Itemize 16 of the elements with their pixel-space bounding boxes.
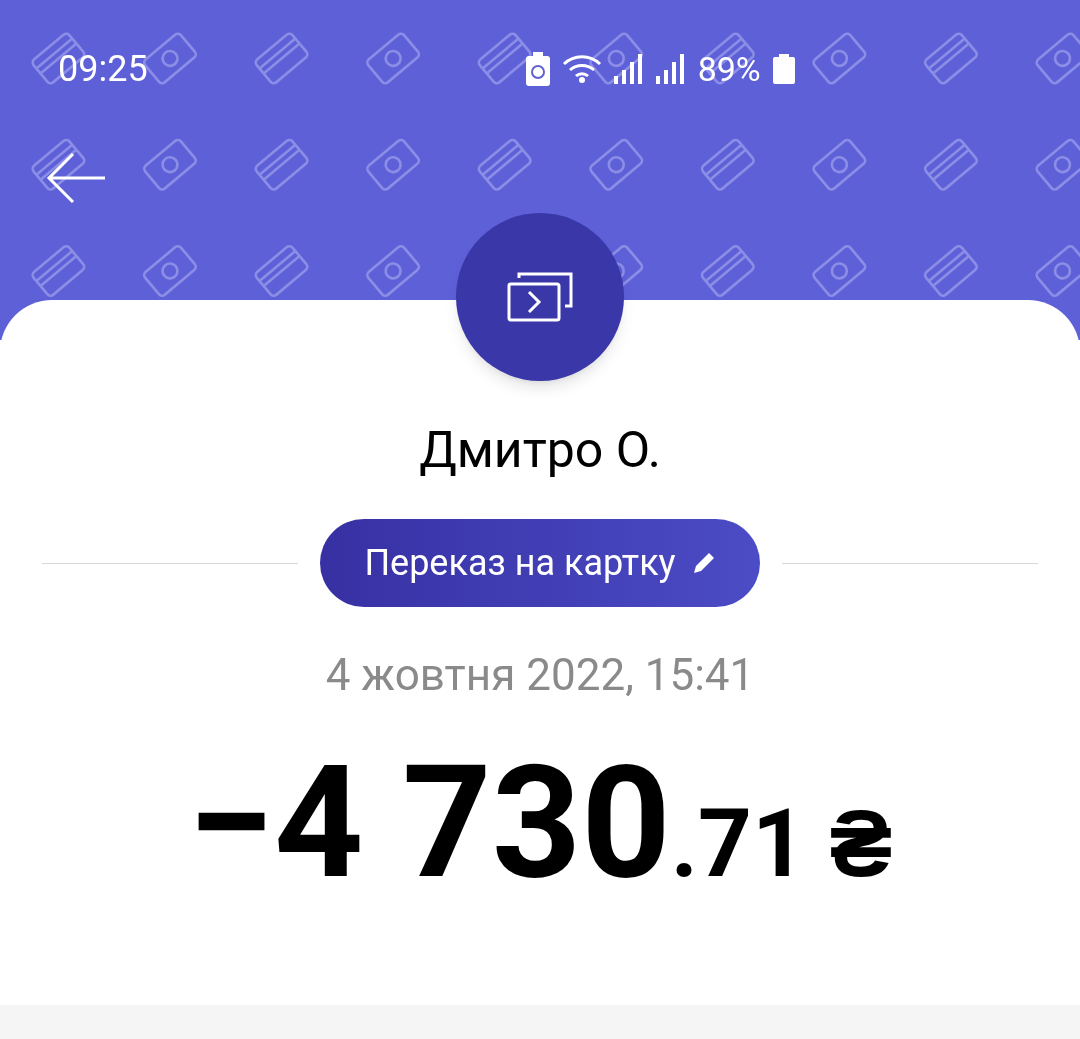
amount-integer: −4 730 [187, 745, 671, 901]
battery-percent: 89% [697, 47, 761, 91]
edit-icon [691, 551, 716, 575]
amount-fraction: .71 [670, 797, 806, 891]
battery-saver-icon [525, 52, 550, 86]
transaction-date: 4 жовтня 2022, 15:41 [325, 653, 755, 697]
recipient-name: Дмитро О. [419, 425, 661, 475]
transfer-icon [507, 272, 573, 322]
status-time: 09:25 [58, 47, 148, 92]
back-arrow-icon [45, 152, 107, 204]
currency-sign: ₴ [829, 797, 893, 891]
wifi-icon [561, 54, 602, 84]
battery-icon [772, 54, 795, 84]
signal-icon [613, 54, 644, 84]
signal-icon [655, 54, 686, 84]
category-chip[interactable]: Переказ на картку [320, 519, 760, 607]
